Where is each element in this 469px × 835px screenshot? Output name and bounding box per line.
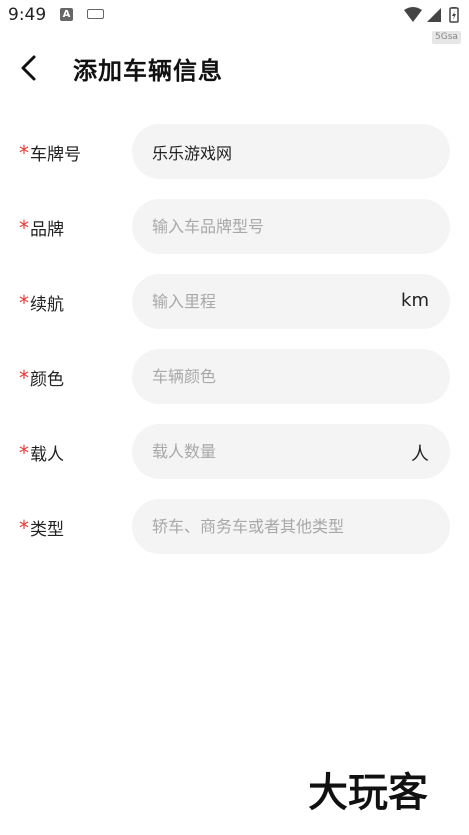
plate-input[interactable] [152,124,392,179]
color-field[interactable] [132,349,450,404]
form-row-brand: *品牌 [0,199,469,274]
network-speed-badge: 5Gsa [432,31,461,44]
seats-unit: 人 [411,444,429,465]
brand-field[interactable] [132,199,450,254]
seats-input[interactable] [152,424,392,479]
type-field[interactable] [132,499,450,554]
status-bar: 9:49 A [0,0,469,30]
form-row-color: *颜色 [0,349,469,424]
status-time: 9:49 [8,5,47,25]
signal-icon [427,8,441,22]
required-mark: * [19,216,29,240]
wifi-icon [404,7,422,22]
required-mark: * [19,141,29,165]
range-unit: km [401,290,429,311]
text-input-notification-icon: A [60,8,73,21]
back-button[interactable] [14,52,44,84]
seats-label: *载人 [19,441,64,465]
brand-input[interactable] [152,199,392,254]
brand-label: *品牌 [19,216,64,240]
required-mark: * [19,441,29,465]
page-title: 添加车辆信息 [73,57,223,85]
range-label: *续航 [19,291,64,315]
range-input[interactable] [152,274,392,329]
svg-text:大玩客: 大玩客 [308,770,428,816]
vehicle-form: *车牌号 *品牌 *续航 km *颜色 *载人 人 *类型 [0,124,469,574]
form-row-range: *续航 km [0,274,469,349]
required-mark: * [19,291,29,315]
type-input[interactable] [152,499,392,554]
required-mark: * [19,516,29,540]
form-row-type: *类型 [0,499,469,574]
watermark-logo: 大玩客 [308,770,429,817]
form-row-seats: *载人 人 [0,424,469,499]
range-field[interactable]: km [132,274,450,329]
status-icons [404,7,459,23]
plate-label: *车牌号 [19,141,81,165]
chevron-left-icon [21,55,36,81]
type-label: *类型 [19,516,64,540]
header: 添加车辆信息 [0,44,469,92]
color-input[interactable] [152,349,392,404]
required-mark: * [19,366,29,390]
plate-field[interactable] [132,124,450,179]
color-label: *颜色 [19,366,64,390]
seats-field[interactable]: 人 [132,424,450,479]
keyboard-icon [87,9,104,19]
form-row-plate: *车牌号 [0,124,469,199]
